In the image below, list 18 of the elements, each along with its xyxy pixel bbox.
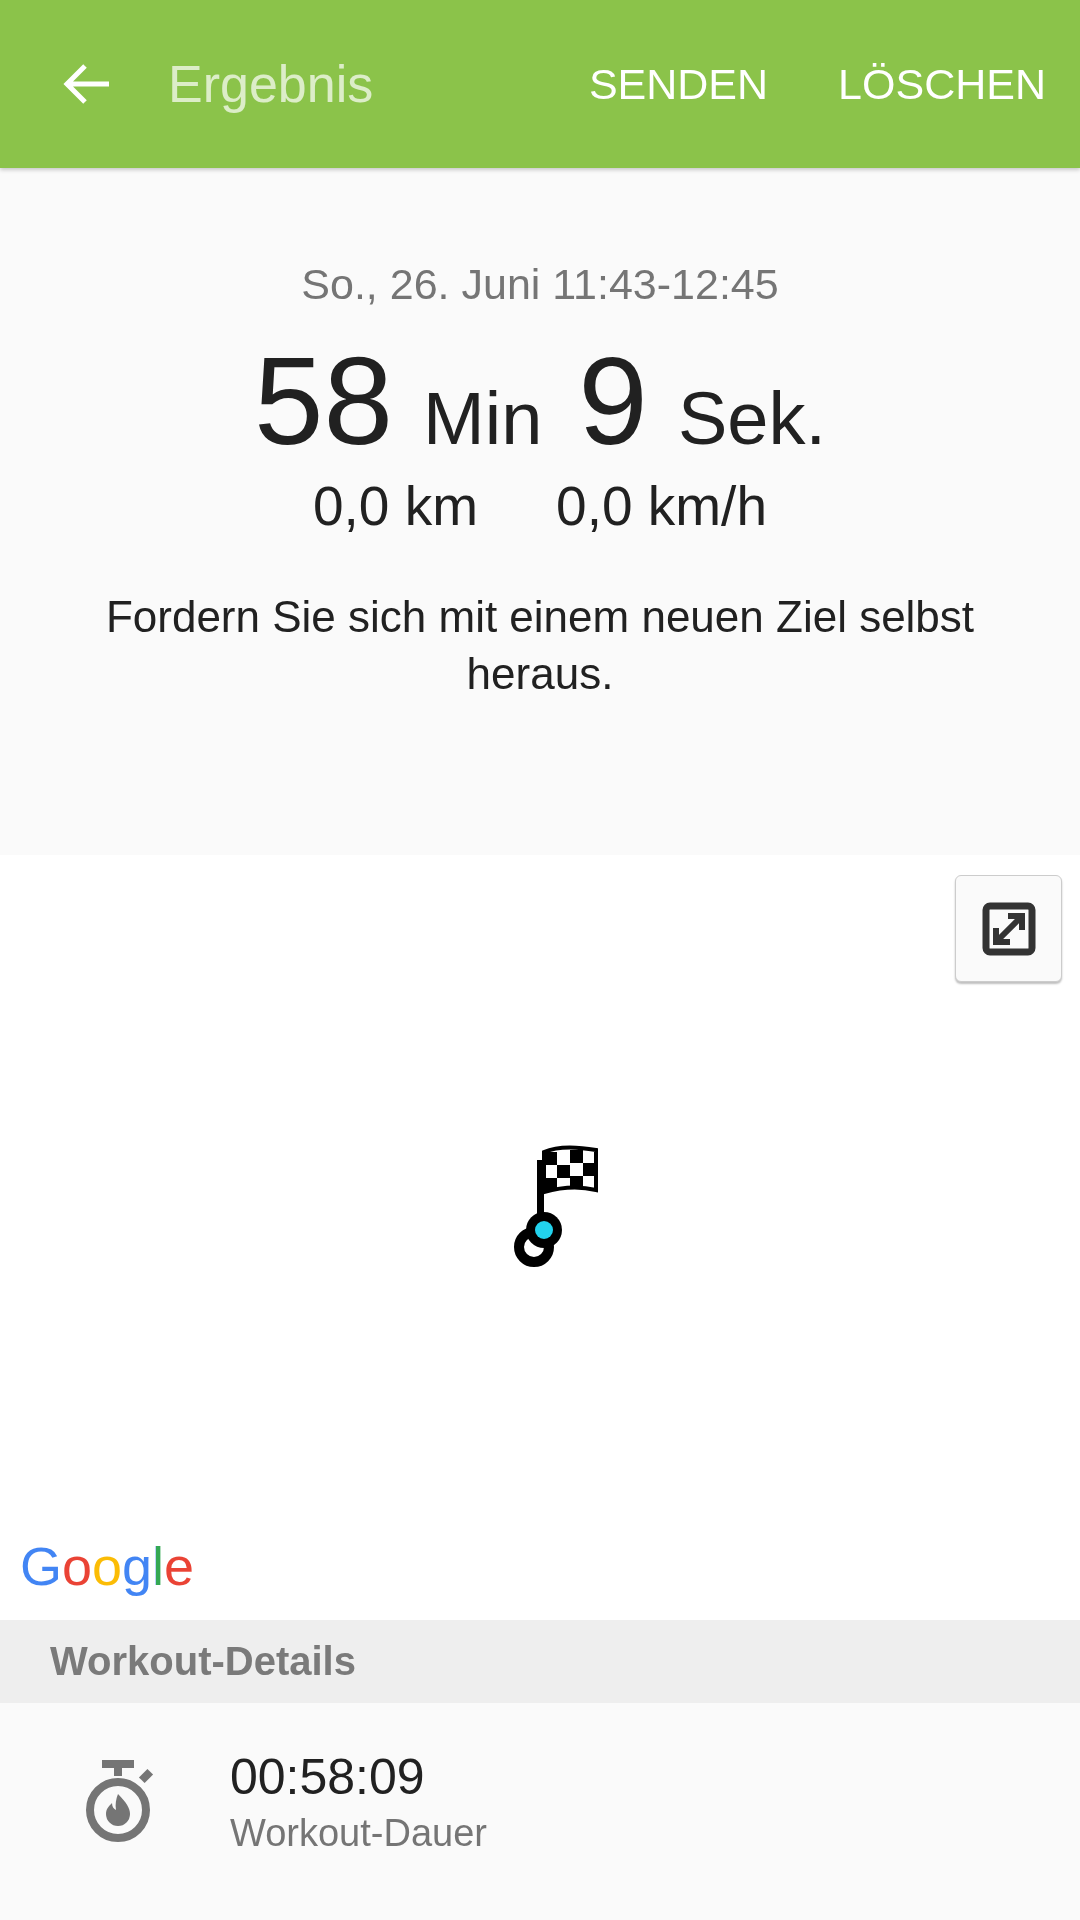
duration-value: 9 [578, 330, 648, 472]
action-button[interactable]: LÖSCHEN [838, 59, 1046, 109]
map[interactable]: Google [0, 855, 1080, 1620]
screen-title: Ergebnis [168, 54, 375, 114]
section-title: Workout-Details [50, 1639, 356, 1684]
back-arrow-icon [61, 62, 111, 106]
action-button[interactable]: SENDEN [588, 59, 769, 109]
duration-unit: Sek. [677, 376, 826, 461]
workout-date: So., 26. Juni 11:43-12:45 [301, 260, 779, 309]
stat-value: 0,0 km/h [556, 474, 767, 538]
expand-icon [981, 901, 1036, 956]
expand-button[interactable] [955, 875, 1062, 982]
duration-unit: Min [423, 376, 543, 461]
motivation-message: Fordern Sie sich mit einem neuen Ziel selbst heraus. [104, 591, 976, 700]
stat-value: 0,0 km [313, 474, 479, 538]
duration-value: 58 [254, 330, 394, 472]
detail-label: Workout-Dauer [230, 1812, 487, 1855]
detail-value: 00:58:09 [230, 1748, 426, 1806]
